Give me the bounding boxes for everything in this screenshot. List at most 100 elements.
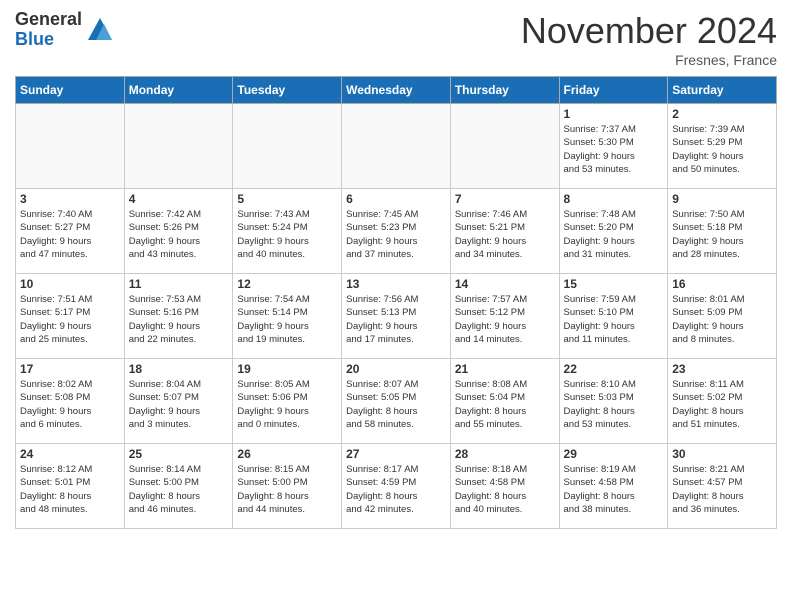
- logo-blue: Blue: [15, 30, 82, 50]
- calendar-cell: 16 Sunrise: 8:01 AMSunset: 5:09 PMDayligh…: [668, 274, 777, 359]
- calendar-cell: 10Sunrise: 7:51 AMSunset: 5:17 PMDayligh…: [16, 274, 125, 359]
- month-title: November 2024: [521, 10, 777, 52]
- weekday-header-monday: Monday: [124, 77, 233, 104]
- day-number: 17: [20, 362, 120, 376]
- day-info: Sunrise: 8:17 AMSunset: 4:59 PMDaylight:…: [346, 463, 446, 516]
- day-number: 1: [564, 107, 664, 121]
- day-info: Sunrise: 8:12 AMSunset: 5:01 PMDaylight:…: [20, 463, 120, 516]
- day-info: Sunrise: 8:18 AMSunset: 4:58 PMDaylight:…: [455, 463, 555, 516]
- logo: General Blue: [15, 10, 114, 50]
- day-number: 19: [237, 362, 337, 376]
- day-info: Sunrise: 8:10 AMSunset: 5:03 PMDaylight:…: [564, 378, 664, 431]
- day-number: 9: [672, 192, 772, 206]
- day-info: Sunrise: 8:14 AMSunset: 5:00 PMDaylight:…: [129, 463, 229, 516]
- calendar-cell: 24 Sunrise: 8:12 AMSunset: 5:01 PMDayligh…: [16, 444, 125, 529]
- day-info: Sunrise: 8:11 AMSunset: 5:02 PMDaylight:…: [672, 378, 772, 431]
- calendar-cell: 9Sunrise: 7:50 AMSunset: 5:18 PMDaylight…: [668, 189, 777, 274]
- day-number: 25: [129, 447, 229, 461]
- calendar-cell: 22 Sunrise: 8:10 AMSunset: 5:03 PMDayligh…: [559, 359, 668, 444]
- day-info: Sunrise: 8:01 AMSunset: 5:09 PMDaylight:…: [672, 293, 772, 346]
- page-container: General Blue November 2024 Fresnes, Fran…: [0, 0, 792, 539]
- day-info: Sunrise: 8:07 AMSunset: 5:05 PMDaylight:…: [346, 378, 446, 431]
- day-number: 14: [455, 277, 555, 291]
- logo-general: General: [15, 10, 82, 30]
- day-number: 15: [564, 277, 664, 291]
- day-info: Sunrise: 7:42 AMSunset: 5:26 PMDaylight:…: [129, 208, 229, 261]
- day-number: 8: [564, 192, 664, 206]
- day-info: Sunrise: 7:45 AMSunset: 5:23 PMDaylight:…: [346, 208, 446, 261]
- day-info: Sunrise: 7:53 AMSunset: 5:16 PMDaylight:…: [129, 293, 229, 346]
- day-number: 3: [20, 192, 120, 206]
- calendar-cell: [233, 104, 342, 189]
- calendar-cell: 19 Sunrise: 8:05 AMSunset: 5:06 PMDayligh…: [233, 359, 342, 444]
- day-number: 24: [20, 447, 120, 461]
- calendar-cell: 21 Sunrise: 8:08 AMSunset: 5:04 PMDayligh…: [450, 359, 559, 444]
- weekday-header-wednesday: Wednesday: [342, 77, 451, 104]
- day-number: 16: [672, 277, 772, 291]
- day-info: Sunrise: 7:46 AMSunset: 5:21 PMDaylight:…: [455, 208, 555, 261]
- weekday-header-sunday: Sunday: [16, 77, 125, 104]
- calendar-cell: [16, 104, 125, 189]
- calendar-cell: [342, 104, 451, 189]
- day-info: Sunrise: 7:43 AMSunset: 5:24 PMDaylight:…: [237, 208, 337, 261]
- logo-text: General Blue: [15, 10, 82, 50]
- calendar-cell: 7Sunrise: 7:46 AMSunset: 5:21 PMDaylight…: [450, 189, 559, 274]
- calendar-cell: 20 Sunrise: 8:07 AMSunset: 5:05 PMDayligh…: [342, 359, 451, 444]
- day-number: 27: [346, 447, 446, 461]
- day-number: 5: [237, 192, 337, 206]
- calendar-cell: 8 Sunrise: 7:48 AMSunset: 5:20 PMDaylight…: [559, 189, 668, 274]
- logo-icon: [86, 16, 114, 44]
- day-info: Sunrise: 7:59 AMSunset: 5:10 PMDaylight:…: [564, 293, 664, 346]
- calendar-cell: 1Sunrise: 7:37 AMSunset: 5:30 PMDaylight…: [559, 104, 668, 189]
- day-info: Sunrise: 7:48 AMSunset: 5:20 PMDaylight:…: [564, 208, 664, 261]
- week-row-1: 1Sunrise: 7:37 AMSunset: 5:30 PMDaylight…: [16, 104, 777, 189]
- day-info: Sunrise: 8:21 AMSunset: 4:57 PMDaylight:…: [672, 463, 772, 516]
- day-number: 11: [129, 277, 229, 291]
- day-info: Sunrise: 8:05 AMSunset: 5:06 PMDaylight:…: [237, 378, 337, 431]
- day-info: Sunrise: 8:15 AMSunset: 5:00 PMDaylight:…: [237, 463, 337, 516]
- day-info: Sunrise: 7:51 AMSunset: 5:17 PMDaylight:…: [20, 293, 120, 346]
- day-number: 12: [237, 277, 337, 291]
- calendar-cell: 26Sunrise: 8:15 AMSunset: 5:00 PMDayligh…: [233, 444, 342, 529]
- calendar-cell: 25 Sunrise: 8:14 AMSunset: 5:00 PMDayligh…: [124, 444, 233, 529]
- day-info: Sunrise: 8:04 AMSunset: 5:07 PMDaylight:…: [129, 378, 229, 431]
- calendar-cell: 15 Sunrise: 7:59 AMSunset: 5:10 PMDayligh…: [559, 274, 668, 359]
- weekday-header-thursday: Thursday: [450, 77, 559, 104]
- day-number: 18: [129, 362, 229, 376]
- calendar-cell: 17 Sunrise: 8:02 AMSunset: 5:08 PMDayligh…: [16, 359, 125, 444]
- day-info: Sunrise: 8:02 AMSunset: 5:08 PMDaylight:…: [20, 378, 120, 431]
- day-info: Sunrise: 8:08 AMSunset: 5:04 PMDaylight:…: [455, 378, 555, 431]
- day-number: 13: [346, 277, 446, 291]
- calendar-cell: 12 Sunrise: 7:54 AMSunset: 5:14 PMDayligh…: [233, 274, 342, 359]
- week-row-4: 17 Sunrise: 8:02 AMSunset: 5:08 PMDayligh…: [16, 359, 777, 444]
- calendar-cell: 3Sunrise: 7:40 AMSunset: 5:27 PMDaylight…: [16, 189, 125, 274]
- week-row-5: 24 Sunrise: 8:12 AMSunset: 5:01 PMDayligh…: [16, 444, 777, 529]
- calendar-cell: 27 Sunrise: 8:17 AMSunset: 4:59 PMDayligh…: [342, 444, 451, 529]
- day-number: 4: [129, 192, 229, 206]
- day-number: 21: [455, 362, 555, 376]
- calendar-cell: 2 Sunrise: 7:39 AMSunset: 5:29 PMDaylight…: [668, 104, 777, 189]
- day-number: 6: [346, 192, 446, 206]
- day-info: Sunrise: 7:57 AMSunset: 5:12 PMDaylight:…: [455, 293, 555, 346]
- calendar-cell: 5 Sunrise: 7:43 AMSunset: 5:24 PMDaylight…: [233, 189, 342, 274]
- calendar-cell: 30 Sunrise: 8:21 AMSunset: 4:57 PMDayligh…: [668, 444, 777, 529]
- day-number: 2: [672, 107, 772, 121]
- weekday-header-friday: Friday: [559, 77, 668, 104]
- day-number: 20: [346, 362, 446, 376]
- day-number: 28: [455, 447, 555, 461]
- calendar-cell: 11 Sunrise: 7:53 AMSunset: 5:16 PMDayligh…: [124, 274, 233, 359]
- day-number: 22: [564, 362, 664, 376]
- calendar-table: SundayMondayTuesdayWednesdayThursdayFrid…: [15, 76, 777, 529]
- week-row-3: 10Sunrise: 7:51 AMSunset: 5:17 PMDayligh…: [16, 274, 777, 359]
- day-info: Sunrise: 7:54 AMSunset: 5:14 PMDaylight:…: [237, 293, 337, 346]
- calendar-cell: [450, 104, 559, 189]
- weekday-header-saturday: Saturday: [668, 77, 777, 104]
- day-info: Sunrise: 8:19 AMSunset: 4:58 PMDaylight:…: [564, 463, 664, 516]
- calendar-cell: 4 Sunrise: 7:42 AMSunset: 5:26 PMDaylight…: [124, 189, 233, 274]
- title-block: November 2024 Fresnes, France: [521, 10, 777, 68]
- calendar-cell: 29Sunrise: 8:19 AMSunset: 4:58 PMDayligh…: [559, 444, 668, 529]
- calendar-cell: 28 Sunrise: 8:18 AMSunset: 4:58 PMDayligh…: [450, 444, 559, 529]
- day-number: 30: [672, 447, 772, 461]
- week-row-2: 3Sunrise: 7:40 AMSunset: 5:27 PMDaylight…: [16, 189, 777, 274]
- day-info: Sunrise: 7:39 AMSunset: 5:29 PMDaylight:…: [672, 123, 772, 176]
